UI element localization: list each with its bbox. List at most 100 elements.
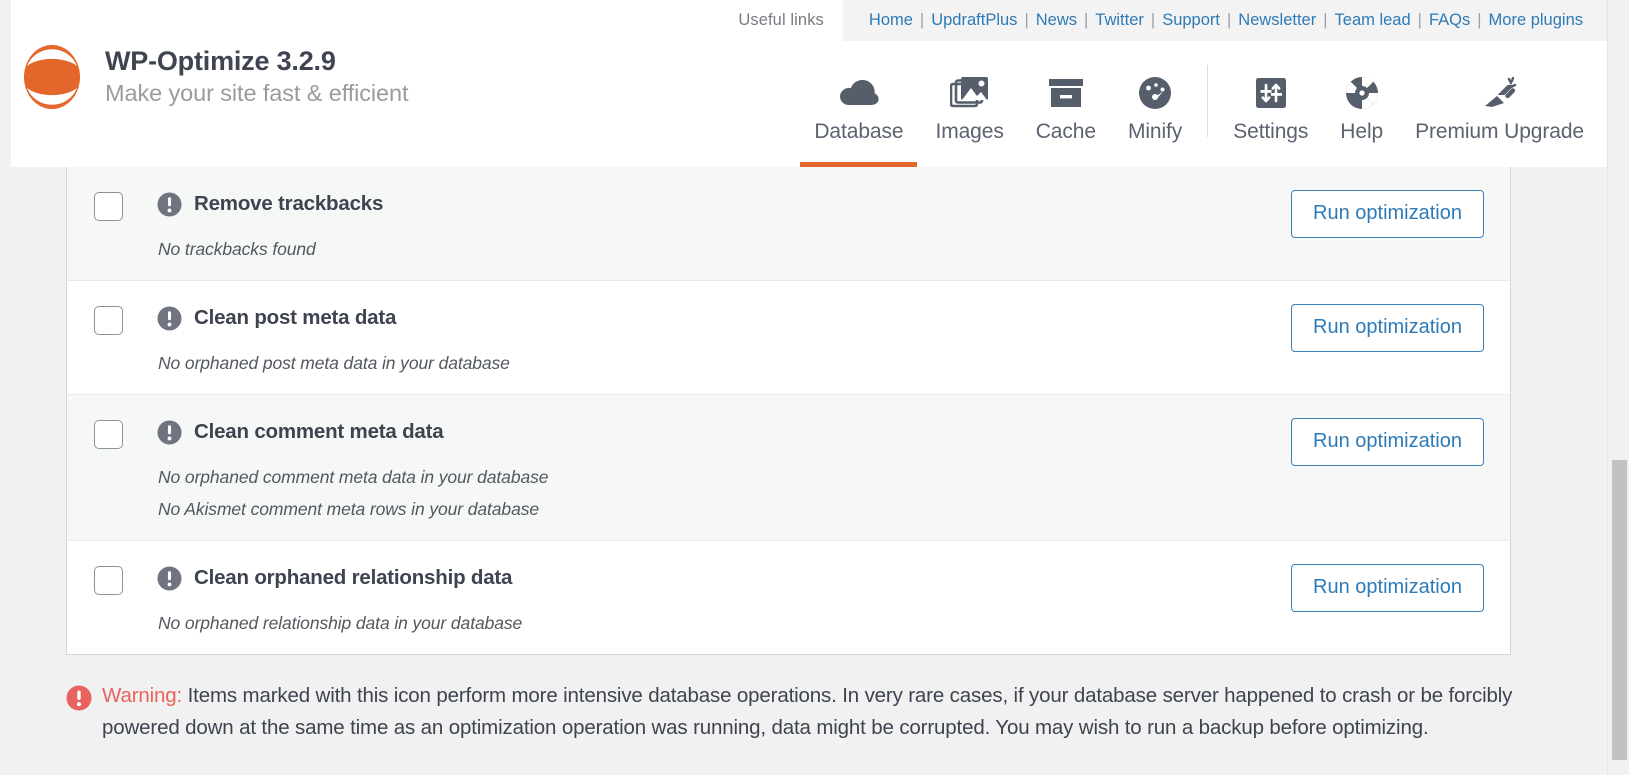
optimization-row-inner: Clean post meta data No orphaned post met… [67,303,1510,375]
optimization-checkbox[interactable] [94,192,123,221]
optimization-details: Clean comment meta data No orphaned comme… [157,417,1271,521]
exclamation-circle-icon [66,685,92,711]
wp-optimize-page: Useful links Home|UpdraftPlus|News|Twitt… [0,0,1629,775]
optimization-action: Run optimization [1271,563,1484,612]
useful-link-team-lead[interactable]: Team lead [1335,11,1411,30]
nav-item-label: Images [935,120,1003,144]
page-scrollbar-thumb[interactable] [1612,460,1627,760]
optimization-action: Run optimization [1271,303,1484,352]
run-optimization-button[interactable]: Run optimization [1291,418,1484,466]
nav-item-database[interactable]: Database [798,56,919,167]
gauge-icon [1138,72,1172,114]
useful-link-faqs[interactable]: FAQs [1429,11,1470,30]
nav-item-label: Minify [1128,120,1182,144]
archive-box-icon [1048,72,1084,114]
run-optimization-button[interactable]: Run optimization [1291,564,1484,612]
optimization-row-inner: Clean comment meta data No orphaned comme… [67,417,1510,521]
optimization-details: Clean orphaned relationship data No orpha… [157,563,1271,635]
page-scrollbar[interactable] [1607,0,1629,775]
useful-link-twitter[interactable]: Twitter [1095,11,1144,30]
admin-left-gutter [0,0,11,775]
lifebuoy-icon [1345,72,1379,114]
nav-item-premium-upgrade[interactable]: Premium Upgrade [1399,56,1600,167]
warning-body: Items marked with this icon perform more… [102,684,1512,739]
exclamation-circle-icon [157,306,182,331]
optimization-row-inner: Clean orphaned relationship data No orpha… [67,563,1510,635]
optimization-checkbox[interactable] [94,566,123,595]
useful-links-separator: | [1077,11,1095,30]
brand-text: WP-Optimize 3.2.9 Make your site fast & … [105,46,408,107]
useful-links-list: Home|UpdraftPlus|News|Twitter|Support|Ne… [843,0,1607,41]
optimization-title: Clean post meta data [194,306,396,330]
wp-optimize-logo-icon [19,44,85,110]
useful-links-separator: | [1316,11,1334,30]
plug-icon [1482,72,1518,114]
optimization-description: No trackbacks found [158,238,1271,261]
warning-text: Warning: Items marked with this icon per… [102,680,1514,744]
nav-item-images[interactable]: Images [919,56,1019,167]
useful-link-updraftplus[interactable]: UpdraftPlus [931,11,1017,30]
run-optimization-button[interactable]: Run optimization [1291,190,1484,238]
nav-item-settings[interactable]: Settings [1217,56,1324,167]
exclamation-circle-icon [157,420,182,445]
brand-title: WP-Optimize 3.2.9 [105,46,408,77]
useful-links-separator: | [1144,11,1162,30]
useful-link-home[interactable]: Home [869,11,913,30]
optimization-details: Remove trackbacks No trackbacks found [157,189,1271,261]
sliders-icon [1255,72,1287,114]
optimization-checkbox[interactable] [94,306,123,335]
optimization-description: No orphaned comment meta data in your da… [158,466,1271,489]
run-optimization-button[interactable]: Run optimization [1291,304,1484,352]
cloud-icon [839,72,879,114]
useful-links-separator: | [1220,11,1238,30]
optimization-title: Remove trackbacks [194,192,383,216]
optimization-title-line: Remove trackbacks [157,189,1271,219]
nav-divider [1207,65,1208,137]
optimization-title: Clean orphaned relationship data [194,566,512,590]
nav-item-label: Settings [1233,120,1308,144]
exclamation-circle-icon [157,566,182,591]
optimization-description: No orphaned post meta data in your datab… [158,352,1271,375]
optimization-row: Clean comment meta data No orphaned comme… [67,394,1510,540]
page-content: Remove trackbacks No trackbacks found Run … [11,167,1607,775]
optimization-title-line: Clean orphaned relationship data [157,563,1271,593]
nav-item-help[interactable]: Help [1324,56,1399,167]
optimization-row-inner: Remove trackbacks No trackbacks found Run … [67,189,1510,261]
optimization-checkbox-cell [94,303,157,335]
optimization-checkbox-cell [94,417,157,449]
optimization-action: Run optimization [1271,189,1484,238]
useful-link-news[interactable]: News [1036,11,1077,30]
page-header: Useful links Home|UpdraftPlus|News|Twitt… [11,0,1607,167]
optimization-row: Remove trackbacks No trackbacks found Run … [67,167,1510,280]
optimization-checkbox[interactable] [94,420,123,449]
optimization-title: Clean comment meta data [194,420,443,444]
useful-link-support[interactable]: Support [1162,11,1220,30]
nav-item-minify[interactable]: Minify [1112,56,1198,167]
optimization-action: Run optimization [1271,417,1484,466]
useful-links-separator: | [913,11,931,30]
nav-item-cache[interactable]: Cache [1020,56,1112,167]
optimization-title-line: Clean comment meta data [157,417,1271,447]
nav-item-label: Database [814,120,903,144]
nav-item-label: Cache [1036,120,1096,144]
useful-links-separator: | [1470,11,1488,30]
optimization-row: Clean post meta data No orphaned post met… [67,280,1510,394]
optimization-checkbox-cell [94,189,157,221]
useful-links-separator: | [1017,11,1035,30]
brand-tagline: Make your site fast & efficient [105,79,408,107]
warning-block: Warning: Items marked with this icon per… [66,680,1516,744]
useful-links-label: Useful links [738,11,824,30]
optimization-details: Clean post meta data No orphaned post met… [157,303,1271,375]
warning-label: Warning: [102,684,182,707]
useful-link-more-plugins[interactable]: More plugins [1489,11,1583,30]
nav-item-label: Premium Upgrade [1415,120,1584,144]
exclamation-circle-icon [157,192,182,217]
useful-links-separator: | [1411,11,1429,30]
images-icon [950,72,990,114]
optimization-description: No Akismet comment meta rows in your dat… [158,498,1271,521]
optimization-description: No orphaned relationship data in your da… [158,612,1271,635]
optimization-title-line: Clean post meta data [157,303,1271,333]
main-nav: Database Images Cache Minify Settings Help Pre… [798,56,1600,167]
nav-item-label: Help [1340,120,1383,144]
useful-link-newsletter[interactable]: Newsletter [1238,11,1316,30]
